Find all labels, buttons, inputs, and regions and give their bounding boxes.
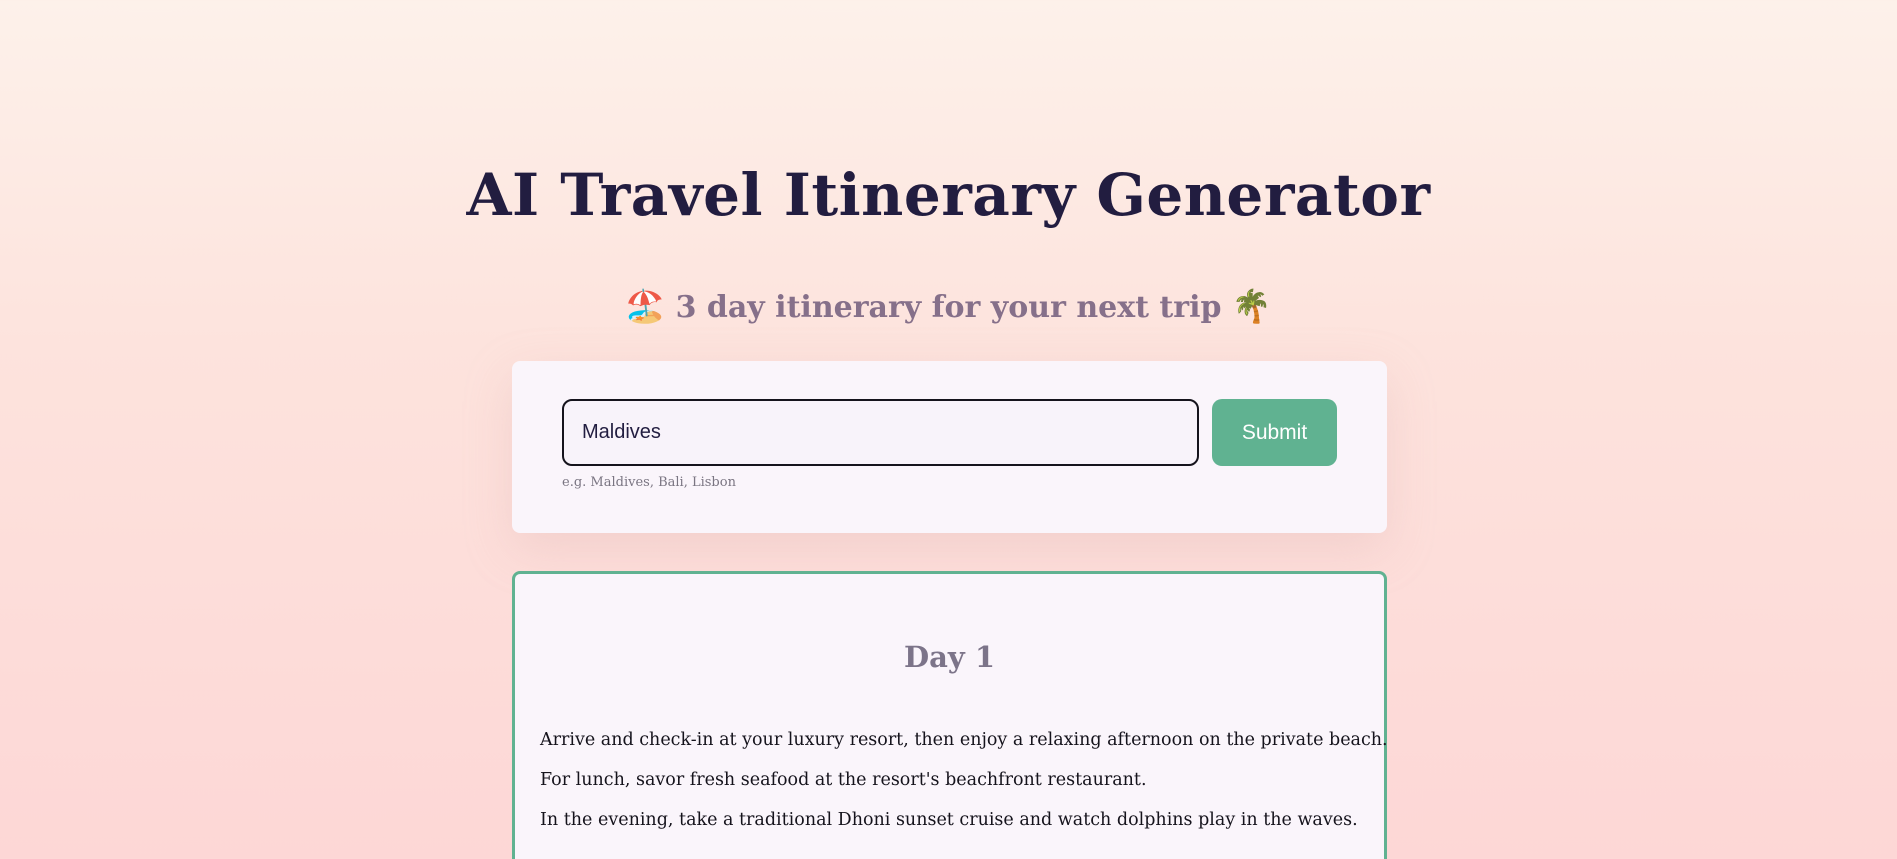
itinerary-card: Day 1 Arrive and check-in at your luxury… [512, 571, 1388, 859]
page-title: AI Travel Itinerary Generator [466, 161, 1431, 229]
destination-hint: e.g. Maldives, Bali, Lisbon [562, 475, 736, 490]
submit-button[interactable]: Submit [1212, 399, 1337, 466]
page-subtitle: 🏖️ 3 day itinerary for your next trip 🌴 [0, 282, 1897, 332]
activity-item: In the evening, take a traditional Dhoni… [540, 810, 1358, 830]
palm-tree-icon: 🌴 [1231, 287, 1272, 325]
activity-item: For lunch, savor fresh seafood at the re… [540, 770, 1147, 790]
destination-form: Submit e.g. Maldives, Bali, Lisbon [512, 361, 1387, 533]
beach-umbrella-icon: 🏖️ [625, 287, 666, 325]
day-title: Day 1 [903, 640, 996, 674]
activity-item: Arrive and check-in at your luxury resor… [540, 730, 1388, 750]
subtitle-text: 3 day itinerary for your next trip [675, 290, 1222, 325]
destination-input[interactable] [562, 399, 1199, 466]
day-activities: Arrive and check-in at your luxury resor… [540, 720, 1388, 840]
